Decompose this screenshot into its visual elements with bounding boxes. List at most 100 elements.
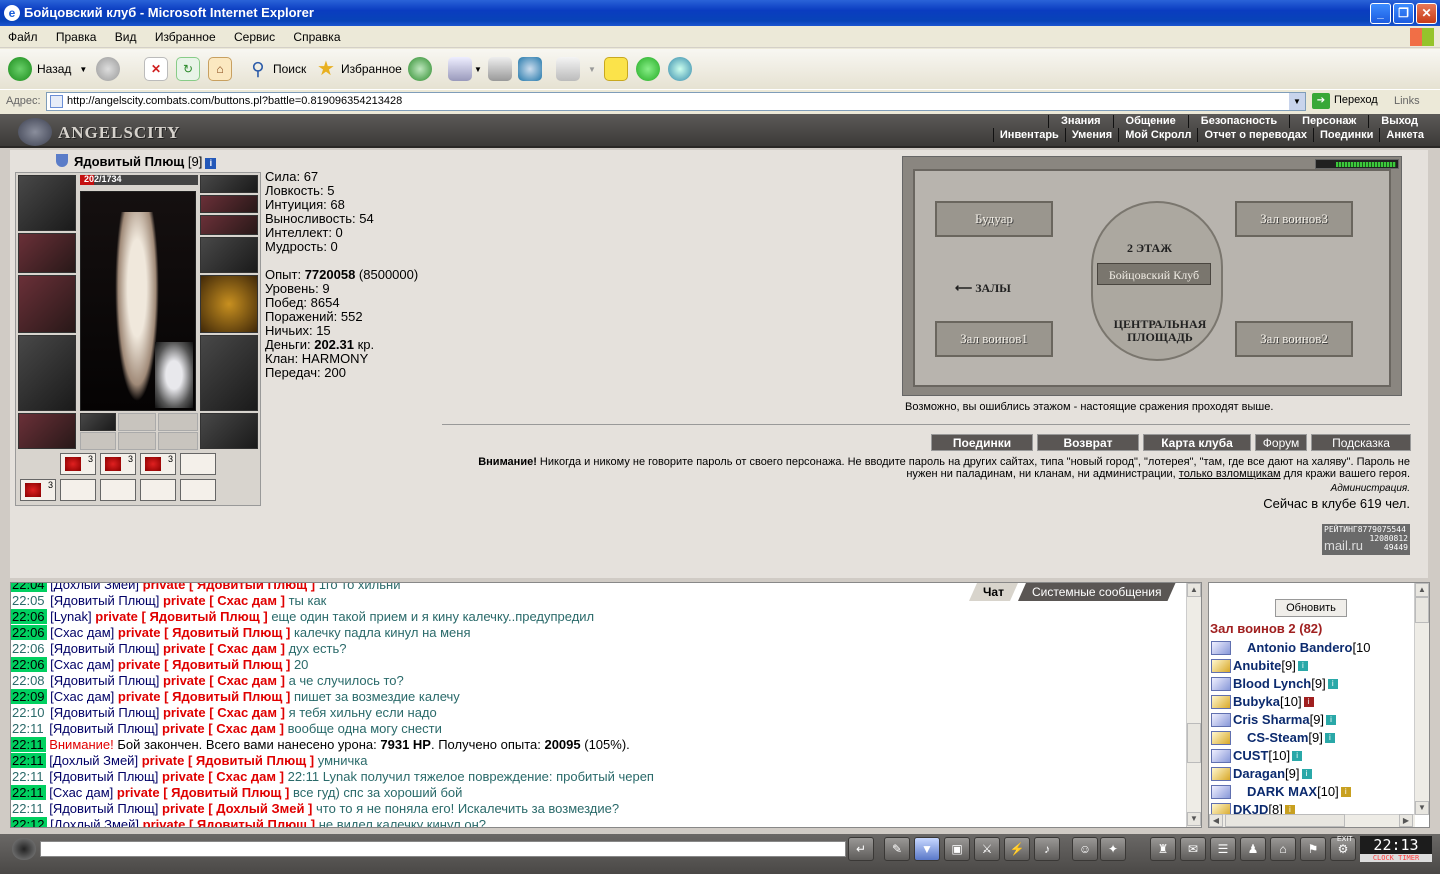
forum-button[interactable]: Форум [1255, 434, 1307, 451]
chat-recipient[interactable]: Ядовитый Плющ [197, 583, 307, 592]
send-button[interactable]: ↵ [848, 837, 874, 861]
club-map-button[interactable]: Карта клуба [1143, 434, 1251, 451]
flag-button[interactable]: ⚑ [1300, 837, 1326, 861]
room-fight-club[interactable]: Бойцовский Клуб [1097, 263, 1211, 285]
extra-slot-3[interactable] [158, 432, 198, 450]
chat-time[interactable]: 22:11 [11, 753, 46, 768]
user-list-item[interactable]: Bubyka [10] i [1211, 693, 1415, 711]
menu-file[interactable]: Файл [0, 26, 45, 44]
scroll-left-icon[interactable]: ◀ [1209, 814, 1223, 827]
chat-recipient[interactable]: Дохлый Змей [216, 801, 304, 816]
menu-edit[interactable]: Правка [48, 26, 104, 44]
notes-button[interactable] [604, 56, 628, 82]
private-message-icon[interactable] [1211, 749, 1231, 763]
weapon-slot[interactable] [18, 275, 76, 333]
private-message-icon[interactable] [1211, 731, 1231, 745]
chat-time[interactable]: 22:12 [11, 817, 47, 827]
favorites-button[interactable]: ★ Избранное [314, 56, 402, 82]
nav-security[interactable]: Безопасность [1187, 115, 1289, 128]
chat-recipient[interactable]: Схас дам [216, 769, 276, 784]
home-button[interactable]: ⌂ [208, 56, 232, 82]
private-message-icon[interactable] [1211, 713, 1231, 727]
address-input[interactable]: http://angelscity.combats.com/buttons.pl… [46, 92, 1306, 111]
icq-button[interactable] [636, 56, 660, 82]
chat-time[interactable]: 22:11 [11, 737, 46, 752]
chat-recipient[interactable]: Схас дам [217, 673, 277, 688]
earring-slot[interactable] [200, 175, 258, 193]
user-list-item[interactable]: CUST [10] i [1211, 747, 1415, 765]
user-info-icon[interactable]: i [1326, 715, 1337, 725]
sound-button[interactable]: ♪ [1034, 837, 1060, 861]
scroll-slot-1[interactable] [180, 453, 216, 475]
fight-button[interactable]: ⚔ [974, 837, 1000, 861]
private-message-icon[interactable] [1211, 677, 1231, 691]
amulet-slot[interactable] [200, 195, 258, 213]
chat-scrollbar[interactable]: ▲ ▼ [1186, 583, 1201, 827]
rings-row-slot[interactable] [200, 215, 258, 235]
chat-recipient[interactable]: Схас дам [216, 721, 276, 736]
lock-button[interactable]: ⌂ [1270, 837, 1296, 861]
chat-recipient[interactable]: Ядовитый Плющ [197, 817, 307, 827]
boots-slot[interactable] [200, 413, 258, 449]
user-list-item[interactable]: Antonio Bandero [10 [1211, 639, 1415, 657]
chat-sender[interactable]: Схас дам [54, 657, 111, 672]
room-warriors-3[interactable]: Зал воинов3 [1235, 201, 1353, 237]
chat-sender[interactable]: Дохлый Змей [54, 817, 136, 827]
extra-slot-1[interactable] [80, 432, 116, 450]
mail-button[interactable]: ▼ [448, 56, 482, 82]
nav-knowledge[interactable]: Знания [1048, 115, 1112, 128]
nav-communication[interactable]: Общение [1112, 115, 1188, 128]
private-message-icon[interactable] [1211, 641, 1231, 655]
user-info-icon[interactable]: i [1297, 661, 1308, 671]
chat-sender[interactable]: Ядовитый Плющ [54, 641, 156, 656]
scroll-slot-5[interactable] [180, 479, 216, 501]
nav-scroll[interactable]: Мой Скролл [1118, 128, 1197, 142]
ring-slot-1[interactable] [80, 413, 116, 431]
scroll-down-icon[interactable]: ▼ [1415, 801, 1429, 815]
forward-button[interactable] [96, 56, 120, 82]
nav-transfers[interactable]: Отчет о переводах [1197, 128, 1313, 142]
nav-profile[interactable]: Анкета [1379, 128, 1430, 142]
chat-input[interactable] [40, 841, 846, 857]
scroll-thumb[interactable] [1187, 723, 1201, 763]
chat-sender[interactable]: Схас дам [54, 625, 111, 640]
chat-time[interactable]: 22:11 [11, 785, 46, 800]
inventory-quick-button[interactable]: ♜ [1150, 837, 1176, 861]
chat-sender[interactable]: Ядовитый Плющ [53, 769, 155, 784]
scroll-up-icon[interactable]: ▲ [1415, 583, 1429, 597]
chat-sender[interactable]: Lynak [54, 609, 88, 624]
user-name[interactable]: DARK MAX [1247, 783, 1317, 801]
user-list-item[interactable]: DARK MAX [10] i [1211, 783, 1415, 801]
chat-recipient[interactable]: Схас дам [217, 593, 277, 608]
map-central-square[interactable]: ЦЕНТРАЛЬНАЯ ПЛОЩАДЬ [1100, 318, 1220, 344]
edit-button[interactable]: ▼ [556, 56, 596, 82]
print-button[interactable] [488, 56, 512, 82]
scroll-up-icon[interactable]: ▲ [1187, 583, 1201, 597]
history-button[interactable] [408, 56, 432, 82]
nav-duels[interactable]: Поединки [1313, 128, 1379, 142]
user-list-item[interactable]: Daragan [9] i [1211, 765, 1415, 783]
bracer-slot[interactable] [18, 233, 76, 273]
scroll-slot-3[interactable] [100, 479, 136, 501]
menu-help[interactable]: Справка [285, 26, 347, 44]
user-name[interactable]: CS-Steam [1247, 729, 1308, 747]
user-name[interactable]: CUST [1233, 747, 1268, 765]
helmet-slot[interactable] [18, 175, 76, 231]
hackers-link[interactable]: только взломщикам [1179, 468, 1281, 480]
user-name[interactable]: Daragan [1233, 765, 1285, 783]
chat-sender[interactable]: Ядовитый Плющ [53, 801, 155, 816]
quests-button[interactable]: ✉ [1180, 837, 1206, 861]
chat-recipient[interactable]: Схас дам [217, 641, 277, 656]
chat-time[interactable]: 22:06 [11, 657, 47, 672]
user-info-icon[interactable]: i [1292, 751, 1303, 761]
belt-slot[interactable] [18, 413, 76, 449]
chat-sender[interactable]: Дохлый Змей [53, 753, 135, 768]
private-message-icon[interactable] [1211, 659, 1231, 673]
private-message-icon[interactable] [1211, 785, 1231, 799]
friends-button[interactable]: ♟ [1240, 837, 1266, 861]
nav-exit[interactable]: Выход [1368, 115, 1430, 128]
user-name[interactable]: Antonio Bandero [1247, 639, 1352, 657]
scroll-down-icon[interactable]: ▼ [1187, 812, 1201, 826]
shield-slot[interactable] [200, 275, 258, 333]
minimize-button[interactable]: _ [1370, 3, 1391, 24]
